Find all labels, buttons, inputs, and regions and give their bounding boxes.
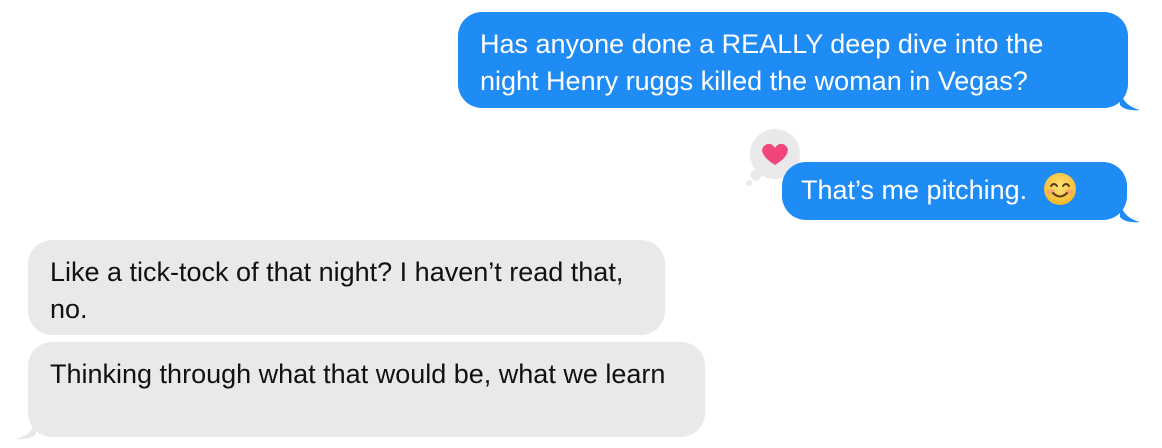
message-text: That’s me pitching. [801, 175, 1028, 205]
received-message-bubble[interactable]: Like a tick-tock of that night? I haven’… [28, 240, 665, 335]
received-message-bubble[interactable]: Thinking through what that would be, wha… [28, 342, 705, 437]
message-text: Thinking through what that would be, wha… [50, 359, 666, 389]
bubble-tail [16, 419, 36, 440]
message-text: Has anyone done a REALLY deep dive into … [480, 29, 1044, 96]
message-text: Like a tick-tock of that night? I haven’… [50, 257, 624, 324]
bubble-tail [1120, 202, 1140, 223]
smiling-face-emoji [1043, 172, 1076, 205]
sent-message-bubble[interactable]: Has anyone done a REALLY deep dive into … [458, 12, 1128, 108]
bubble-tail [1120, 90, 1140, 111]
sent-message-bubble[interactable]: That’s me pitching. [782, 162, 1127, 220]
